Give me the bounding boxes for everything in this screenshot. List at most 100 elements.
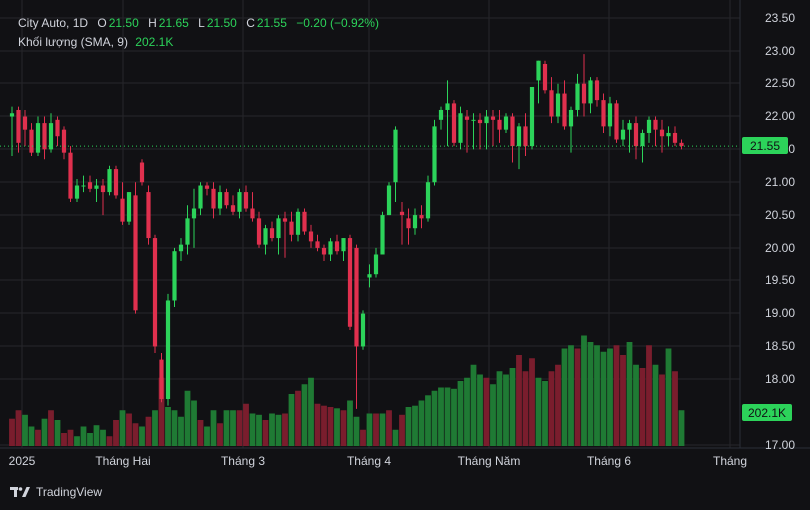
volume-bar: [74, 436, 80, 446]
volume-bar: [412, 405, 418, 446]
volume-legend[interactable]: Khối lượng (SMA, 9) 202.1K: [18, 35, 173, 49]
volume-bar: [457, 381, 464, 446]
volume-bar: [542, 381, 548, 446]
volume-bar: [496, 371, 503, 446]
volume-bar: [139, 426, 145, 446]
volume-bar: [275, 414, 282, 446]
volume-bar: [217, 423, 223, 446]
volume-bar: [360, 429, 366, 446]
candle: [432, 119, 437, 186]
y-tick-label: 17.00: [765, 438, 795, 452]
candle: [146, 185, 151, 245]
volume-bar: [405, 407, 412, 446]
volume-bar: [607, 348, 613, 446]
volume-bar: [548, 371, 555, 446]
volume-bar: [399, 414, 405, 446]
volume-bar: [535, 377, 542, 446]
volume-bar: [184, 390, 191, 446]
volume-bar: [574, 348, 581, 446]
volume-bar: [269, 413, 275, 446]
x-tick-label: Tháng 3: [221, 454, 265, 468]
volume-bar: [613, 345, 620, 446]
volume-bar: [197, 420, 204, 446]
ohlc-legend[interactable]: City Auto, 1D O 21.50 H 21.65 L 21.50 C 21.5…: [18, 16, 385, 30]
change-value: −0.20 (−0.92%): [296, 16, 379, 30]
volume-bar: [145, 416, 152, 446]
volume-bar: [594, 345, 600, 446]
volume-bar: [639, 368, 646, 446]
tradingview-logo[interactable]: TradingView: [10, 485, 102, 499]
volume-bar: [295, 390, 301, 446]
candle: [425, 175, 431, 222]
x-tick-label: Tháng: [713, 454, 747, 468]
volume-bar: [80, 426, 87, 446]
x-tick-label: Tháng 4: [347, 454, 391, 468]
price-chart[interactable]: 23.50 23.00 22.50 22.00 21.50 21.00 20.50 20.00…: [0, 0, 810, 510]
candle: [113, 165, 119, 199]
volume-bar: [652, 364, 659, 446]
volume-bar: [126, 413, 132, 446]
volume-bar: [249, 413, 256, 446]
candle: [139, 159, 145, 186]
volume-bar: [353, 416, 360, 446]
low-label: L: [198, 16, 205, 30]
symbol-name: City Auto, 1D: [18, 16, 89, 30]
volume-bar: [503, 374, 509, 446]
candle: [302, 208, 307, 235]
high-value: 21.65: [158, 16, 189, 30]
volume-bar: [41, 418, 48, 446]
volume-bar: [35, 429, 41, 446]
close-label: C: [246, 16, 255, 30]
volume-value: 202.1K: [135, 35, 174, 49]
candle: [68, 146, 73, 202]
volume-bar: [223, 410, 230, 446]
candle: [159, 353, 164, 403]
y-tick-label: 22.50: [765, 76, 795, 90]
volume-bar: [483, 377, 490, 446]
volume-bar: [451, 388, 457, 446]
volume-bar: [165, 407, 171, 446]
open-label: O: [97, 16, 107, 30]
volume-bar: [67, 429, 74, 446]
volume-bar: [431, 390, 438, 446]
volume-bar: [171, 410, 178, 446]
volume-bar: [620, 355, 626, 446]
volume-bar: [464, 377, 470, 446]
tradingview-icon: [10, 487, 30, 497]
volume-bar: [561, 348, 568, 446]
volume-bar: [282, 413, 288, 446]
y-tick-label: 22.00: [765, 109, 795, 123]
volume-bar: [470, 364, 477, 446]
volume-label: Khối lượng (SMA, 9): [18, 35, 128, 49]
volume-bar: [106, 436, 113, 446]
volume-tag-text: 202.1K: [748, 406, 786, 420]
volume-bar: [210, 410, 217, 446]
candle: [165, 293, 171, 406]
volume-bar: [28, 426, 35, 446]
candle: [360, 310, 366, 350]
candle: [152, 234, 158, 354]
volume-bar: [379, 413, 386, 446]
volume-bar: [678, 410, 685, 446]
candle: [133, 182, 138, 314]
y-tick-label: 19.00: [765, 306, 795, 320]
volume-bar: [581, 335, 587, 446]
volume-bar: [659, 374, 665, 446]
volume-bar: [15, 410, 22, 446]
volume-bar: [587, 342, 594, 446]
volume-bar: [22, 414, 28, 446]
x-tick-label: 2025: [9, 454, 36, 468]
brand-name: TradingView: [36, 485, 103, 499]
y-tick-label: 23.50: [765, 11, 795, 25]
volume-bar: [347, 400, 353, 446]
volume-bar: [178, 416, 184, 446]
volume-bar: [444, 387, 451, 446]
volume-bar: [93, 425, 100, 446]
volume-bar: [477, 374, 483, 446]
volume-bar: [633, 364, 639, 446]
volume-bar: [119, 410, 126, 446]
volume-bar: [204, 426, 210, 446]
candle: [126, 192, 132, 225]
volume-bar: [308, 377, 314, 446]
candle: [347, 234, 353, 331]
